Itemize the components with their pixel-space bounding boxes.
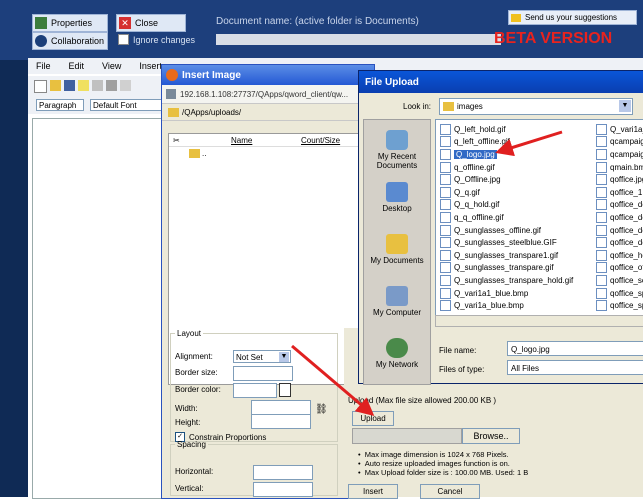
arrow-to-upload	[291, 344, 375, 416]
arrow-to-file	[495, 130, 563, 157]
annotation-arrows	[291, 130, 563, 416]
